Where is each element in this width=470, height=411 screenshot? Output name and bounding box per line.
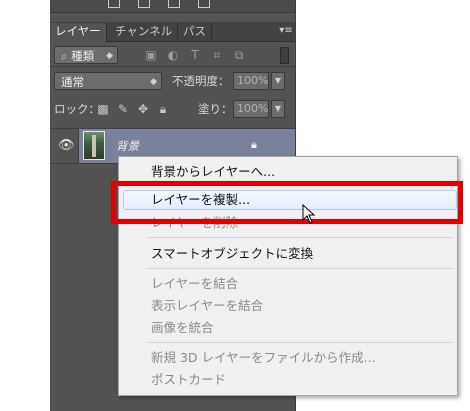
fill-input[interactable]: 100% — [233, 100, 269, 118]
opacity-input[interactable]: 100% — [233, 72, 269, 90]
panel-tabs: レイヤー チャンネル パス ▾≡ — [50, 22, 295, 42]
highlight-box — [111, 181, 463, 224]
menu-item-merge-layers: レイヤーを結合 — [151, 276, 239, 291]
opacity-dropdown[interactable]: ▼ — [271, 72, 285, 90]
menu-separator — [147, 342, 453, 343]
opacity-label: 不透明度： — [172, 74, 230, 88]
blend-row: 通常 ◆ 不透明度： 100% ▼ — [50, 68, 295, 94]
fill-label: 塗り： — [198, 102, 233, 116]
image-filter-icon[interactable]: ▣ — [144, 48, 158, 62]
filter-kind-label: 種類 — [71, 49, 95, 63]
divider — [50, 66, 295, 67]
chevron-updown-icon: ◆ — [150, 77, 157, 87]
tool-icon[interactable] — [198, 0, 210, 8]
menu-separator — [147, 237, 453, 238]
mouse-cursor-icon — [302, 204, 316, 224]
menu-item-postcard: ポストカード — [151, 372, 227, 387]
menu-item-flatten-image: 画像を統合 — [151, 320, 214, 335]
menu-item-convert-smart-object[interactable]: スマートオブジェクトに変換 — [151, 246, 313, 262]
smartobject-filter-icon[interactable]: ⧉ — [232, 48, 246, 62]
tab-paths[interactable]: パス — [178, 23, 212, 40]
tool-icon[interactable] — [108, 0, 120, 8]
filter-row: ⌕ 種類 ◆ ▣ ◐ T ⌗ ⧉ — [50, 42, 295, 68]
lock-all-icon[interactable]: 🔒︎ — [156, 102, 170, 116]
tab-channels[interactable]: チャンネル — [110, 23, 179, 40]
lock-label: ロック： — [54, 102, 100, 116]
menu-item-layer-from-background[interactable]: 背景からレイヤーへ... — [151, 164, 275, 180]
filter-toggle-switch[interactable] — [280, 47, 289, 64]
chevron-updown-icon: ◆ — [106, 51, 113, 61]
tool-icon[interactable] — [168, 0, 180, 8]
tab-layers[interactable]: レイヤー — [50, 23, 107, 42]
blend-mode-select[interactable]: 通常 ◆ — [54, 72, 162, 90]
menu-item-merge-visible: 表示レイヤーを結合 — [151, 298, 264, 313]
type-filter-icon[interactable]: T — [188, 48, 202, 62]
visibility-toggle[interactable]: 👁︎ — [50, 129, 79, 163]
eye-icon: 👁︎ — [58, 138, 75, 153]
menu-item-new-3d-layer-from-file: 新規 3D レイヤーをファイルから作成... — [151, 350, 376, 365]
shape-filter-icon[interactable]: ⌗ — [210, 48, 224, 62]
lock-row: ロック： ▩ ✎ ✥ 🔒︎ 塗り： 100% ▼ — [50, 96, 295, 122]
lock-icon: 🔒︎ — [251, 138, 257, 151]
lock-position-icon[interactable]: ✥ — [136, 102, 150, 116]
menu-separator — [147, 268, 453, 269]
layer-thumbnail — [83, 131, 105, 160]
lock-transparent-icon[interactable]: ▩ — [96, 102, 110, 116]
adjustment-filter-icon[interactable]: ◐ — [166, 48, 180, 62]
blend-mode-value: 通常 — [61, 75, 84, 89]
fill-dropdown[interactable]: ▼ — [271, 100, 285, 118]
search-icon: ⌕ — [61, 49, 68, 63]
lock-paint-icon[interactable]: ✎ — [116, 102, 130, 116]
layer-name[interactable]: 背景 — [116, 138, 139, 154]
filter-kind-select[interactable]: ⌕ 種類 ◆ — [54, 46, 118, 64]
toolbar-strip — [50, 0, 295, 13]
panel-menu-icon[interactable]: ▾≡ — [279, 25, 293, 37]
tool-icon[interactable] — [138, 0, 150, 8]
